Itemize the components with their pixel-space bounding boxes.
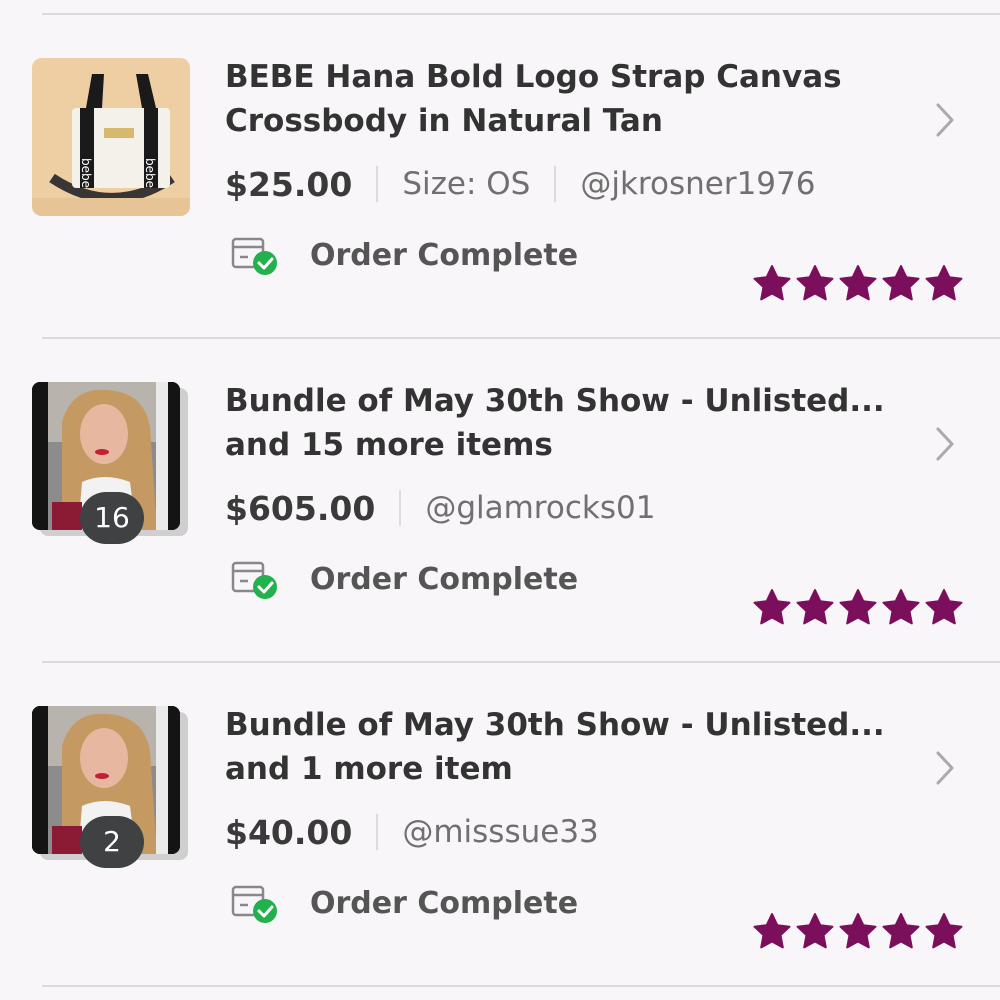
order-row[interactable]: bebe bebe BEBE Hana Bold Logo Strap Canv… [0, 15, 1000, 337]
star-icon [839, 913, 877, 949]
star-icon [925, 589, 963, 625]
meta-separator [376, 814, 379, 850]
star-icon [753, 589, 791, 625]
bundle-thumbnail[interactable]: 16 [32, 382, 190, 544]
order-meta: $605.00 @glamrocks01 [225, 487, 655, 529]
star-icon [925, 265, 963, 301]
order-title: BEBE Hana Bold Logo Strap Canvas Crossbo… [225, 59, 842, 139]
status-label: Order Complete [310, 885, 579, 921]
package-check-icon [231, 237, 277, 275]
svg-text:bebe: bebe [143, 158, 157, 188]
svg-text:bebe: bebe [79, 158, 93, 188]
order-price: $40.00 [225, 812, 353, 852]
order-price: $605.00 [225, 488, 376, 528]
status-label: Order Complete [310, 561, 579, 597]
star-icon [882, 913, 920, 949]
bundle-thumbnail[interactable]: 2 [32, 706, 190, 868]
chevron-right-icon[interactable] [928, 423, 958, 465]
star-icon [925, 913, 963, 949]
order-status: Order Complete [230, 227, 578, 283]
seller-username[interactable]: @glamrocks01 [425, 490, 655, 526]
star-icon [839, 265, 877, 301]
meta-separator [554, 166, 557, 202]
order-meta: $25.00 Size: OS @jkrosner1976 [225, 163, 815, 205]
meta-separator [399, 490, 402, 526]
order-status: Order Complete [230, 551, 578, 607]
product-thumbnail[interactable]: bebe bebe [32, 58, 190, 216]
rating-stars [752, 587, 967, 627]
order-size: Size: OS [402, 166, 531, 202]
bag-image: bebe bebe [32, 58, 190, 216]
order-row[interactable]: 2 Bundle of May 30th Show - Unlisted... … [0, 663, 1000, 985]
package-check-icon [231, 561, 277, 599]
star-icon [796, 265, 834, 301]
order-meta: $40.00 @misssue33 [225, 811, 599, 853]
item-count-badge: 2 [80, 816, 144, 868]
rating-stars [752, 263, 967, 303]
star-icon [796, 913, 834, 949]
item-count-badge: 16 [80, 492, 144, 544]
star-icon [882, 589, 920, 625]
star-icon [839, 589, 877, 625]
order-price: $25.00 [225, 164, 353, 204]
status-label: Order Complete [310, 237, 579, 273]
rating-stars [752, 911, 967, 951]
star-icon [753, 265, 791, 301]
order-row[interactable]: 16 Bundle of May 30th Show - Unlisted...… [0, 339, 1000, 661]
divider [42, 985, 1000, 987]
star-icon [753, 913, 791, 949]
meta-separator [376, 166, 379, 202]
star-icon [796, 589, 834, 625]
star-icon [882, 265, 920, 301]
order-status: Order Complete [230, 875, 578, 931]
package-check-icon [231, 885, 277, 923]
seller-username[interactable]: @misssue33 [402, 814, 598, 850]
seller-username[interactable]: @jkrosner1976 [580, 166, 815, 202]
chevron-right-icon[interactable] [928, 99, 958, 141]
chevron-right-icon[interactable] [928, 747, 958, 789]
order-title: Bundle of May 30th Show - Unlisted... an… [225, 383, 885, 463]
order-title: Bundle of May 30th Show - Unlisted... an… [225, 707, 885, 787]
